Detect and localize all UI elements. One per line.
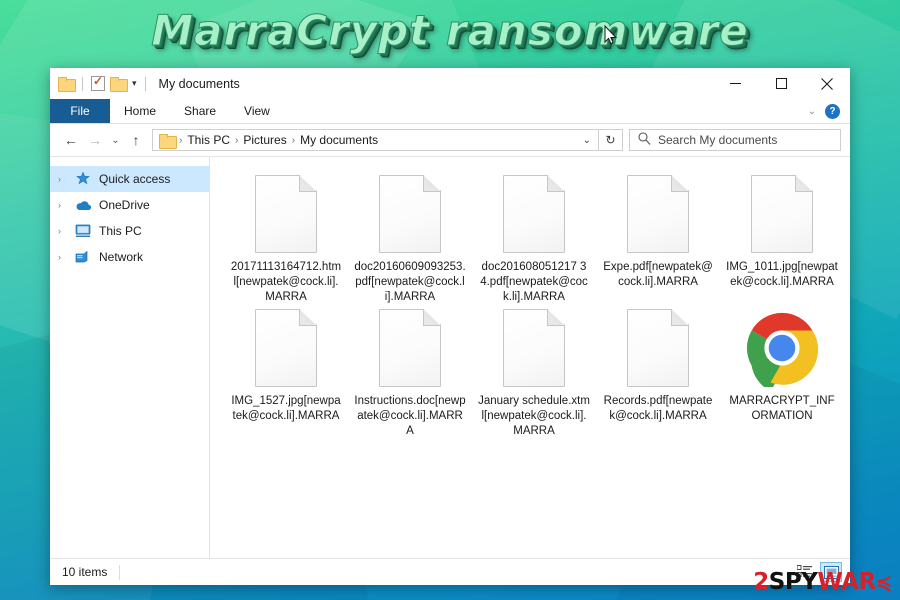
blank-document-icon [255, 309, 317, 387]
file-item[interactable]: Instructions.doc[newpatek@cock.li].MARRA [348, 305, 472, 439]
file-name-label: IMG_1527.jpg[newpatek@cock.li].MARRA [231, 395, 341, 422]
file-name-label: Instructions.doc[newpatek@cock.li].MARRA [354, 395, 466, 437]
file-name-label: doc201608051217 34.pdf[newpatek@cock.li]… [480, 261, 588, 303]
window-controls [712, 68, 850, 99]
address-bar-row: ← → ⌄ ↑ › This PC › Pictures › My docume… [50, 124, 850, 156]
file-item[interactable]: Expe.pdf[newpatek@cock.li].MARRA [596, 171, 720, 305]
blank-document-icon [751, 175, 813, 253]
back-button[interactable]: ← [59, 127, 83, 153]
customize-qat-caret-icon[interactable]: ▾ [132, 78, 137, 89]
file-item[interactable]: doc201608051217 34.pdf[newpatek@cock.li]… [472, 171, 596, 305]
refresh-button[interactable]: ↻ [599, 129, 623, 151]
file-name-label: Records.pdf[newpatek@cock.li].MARRA [603, 395, 713, 422]
file-name-label: Expe.pdf[newpatek@cock.li].MARRA [603, 261, 713, 288]
watermark-two: 2 [753, 569, 769, 595]
blank-document-icon [379, 175, 441, 253]
recent-locations-caret-icon[interactable]: ⌄ [107, 127, 124, 153]
file-item[interactable]: IMG_1011.jpg[newpatek@cock.li].MARRA [720, 171, 844, 305]
sidebar-item-onedrive[interactable]: › OneDrive [50, 192, 209, 218]
item-count-label: 10 items [62, 565, 108, 579]
navigation-pane: › Quick access › OneDrive › This PC › Ne… [50, 157, 210, 558]
status-divider [119, 564, 121, 580]
cloud-icon [75, 197, 92, 213]
toolbar-divider [82, 76, 83, 91]
tab-home[interactable]: Home [110, 99, 170, 123]
file-grid: 20171113164712.html[newpatek@cock.li].MA… [224, 171, 844, 439]
file-name-label: IMG_1011.jpg[newpatek@cock.li].MARRA [726, 261, 838, 288]
new-folder-icon[interactable] [110, 77, 128, 92]
watermark-spy: SPY [768, 569, 818, 595]
blank-document-icon [503, 175, 565, 253]
chevron-right-icon[interactable]: › [58, 174, 68, 184]
chevron-right-icon[interactable]: › [58, 252, 68, 262]
file-item[interactable]: 20171113164712.html[newpatek@cock.li].MA… [224, 171, 348, 305]
chevron-down-icon[interactable]: ⌄ [808, 106, 816, 117]
file-item[interactable]: Records.pdf[newpatek@cock.li].MARRA [596, 305, 720, 439]
breadcrumb-my-documents[interactable]: My documents [296, 133, 382, 147]
search-icon [638, 132, 651, 148]
breadcrumb-pictures[interactable]: Pictures [239, 133, 290, 147]
search-box[interactable]: Search My documents [629, 129, 841, 151]
file-name-label: 20171113164712.html[newpatek@cock.li].MA… [230, 261, 342, 303]
tab-file[interactable]: File [50, 99, 110, 123]
watermark-ware: WAR [817, 569, 876, 595]
blank-document-icon [627, 309, 689, 387]
tab-view[interactable]: View [230, 99, 284, 123]
address-breadcrumb-bar[interactable]: › This PC › Pictures › My documents ⌄ [152, 129, 599, 151]
ribbon-tab-bar: File Home Share View ⌄ ? [50, 99, 850, 124]
watermark-2spyware: 2SPYWAR≼ [753, 571, 892, 594]
blank-document-icon [503, 309, 565, 387]
blank-document-icon [379, 309, 441, 387]
close-button[interactable] [804, 68, 850, 99]
sidebar-item-label: Network [99, 250, 144, 264]
banner-title: MarraCrypt ransomware [151, 6, 749, 56]
file-name-label: January schedule.xtml[newpatek@cock.li].… [478, 395, 590, 437]
window-title: My documents [158, 76, 240, 91]
chevron-right-icon[interactable]: › [58, 200, 68, 210]
status-bar: 10 items [50, 558, 850, 585]
forward-button[interactable]: → [83, 127, 107, 153]
window-title-bar: ▾ My documents [50, 68, 850, 99]
file-item[interactable]: MARRACRYPT_INFORMATION [720, 305, 844, 439]
star-icon [75, 171, 92, 187]
file-name-label: doc20160609093253.pdf[newpatek@cock.li].… [354, 261, 466, 303]
toolbar-divider [144, 76, 146, 91]
sidebar-item-label: OneDrive [99, 198, 150, 212]
maximize-button[interactable] [758, 68, 804, 99]
properties-icon[interactable] [91, 74, 105, 91]
file-item[interactable]: January schedule.xtml[newpatek@cock.li].… [472, 305, 596, 439]
file-list-view[interactable]: 20171113164712.html[newpatek@cock.li].MA… [210, 157, 850, 558]
sidebar-item-network[interactable]: › Network [50, 244, 209, 270]
file-item[interactable]: IMG_1527.jpg[newpatek@cock.li].MARRA [224, 305, 348, 439]
sidebar-item-quick-access[interactable]: › Quick access [50, 166, 209, 192]
monitor-icon [75, 223, 92, 239]
sidebar-item-this-pc[interactable]: › This PC [50, 218, 209, 244]
ribbon-right-controls: ⌄ ? [808, 99, 850, 123]
folder-icon [159, 133, 177, 149]
address-dropdown-caret-icon[interactable]: ⌄ [583, 135, 594, 146]
sidebar-item-label: Quick access [99, 172, 171, 186]
sidebar-item-label: This PC [99, 224, 142, 238]
folder-icon[interactable] [58, 77, 76, 92]
network-icon [75, 249, 92, 265]
window-body: › Quick access › OneDrive › This PC › Ne… [50, 156, 850, 558]
file-explorer-window: ▾ My documents File Home Share View ⌄ ? … [50, 68, 850, 585]
minimize-button[interactable] [712, 68, 758, 99]
breadcrumb-this-pc[interactable]: This PC [183, 133, 234, 147]
quick-access-toolbar: ▾ [58, 74, 149, 92]
file-name-label: MARRACRYPT_INFORMATION [729, 395, 835, 422]
chevron-right-icon[interactable]: › [58, 226, 68, 236]
up-button[interactable]: ↑ [124, 127, 148, 153]
blank-document-icon [627, 175, 689, 253]
help-icon[interactable]: ? [825, 103, 840, 119]
file-item[interactable]: doc20160609093253.pdf[newpatek@cock.li].… [348, 171, 472, 305]
watermark-tail: ≼ [875, 570, 893, 594]
tab-share[interactable]: Share [170, 99, 230, 123]
search-input[interactable]: Search My documents [658, 133, 777, 147]
blank-document-icon [255, 175, 317, 253]
chrome-icon [743, 309, 821, 392]
